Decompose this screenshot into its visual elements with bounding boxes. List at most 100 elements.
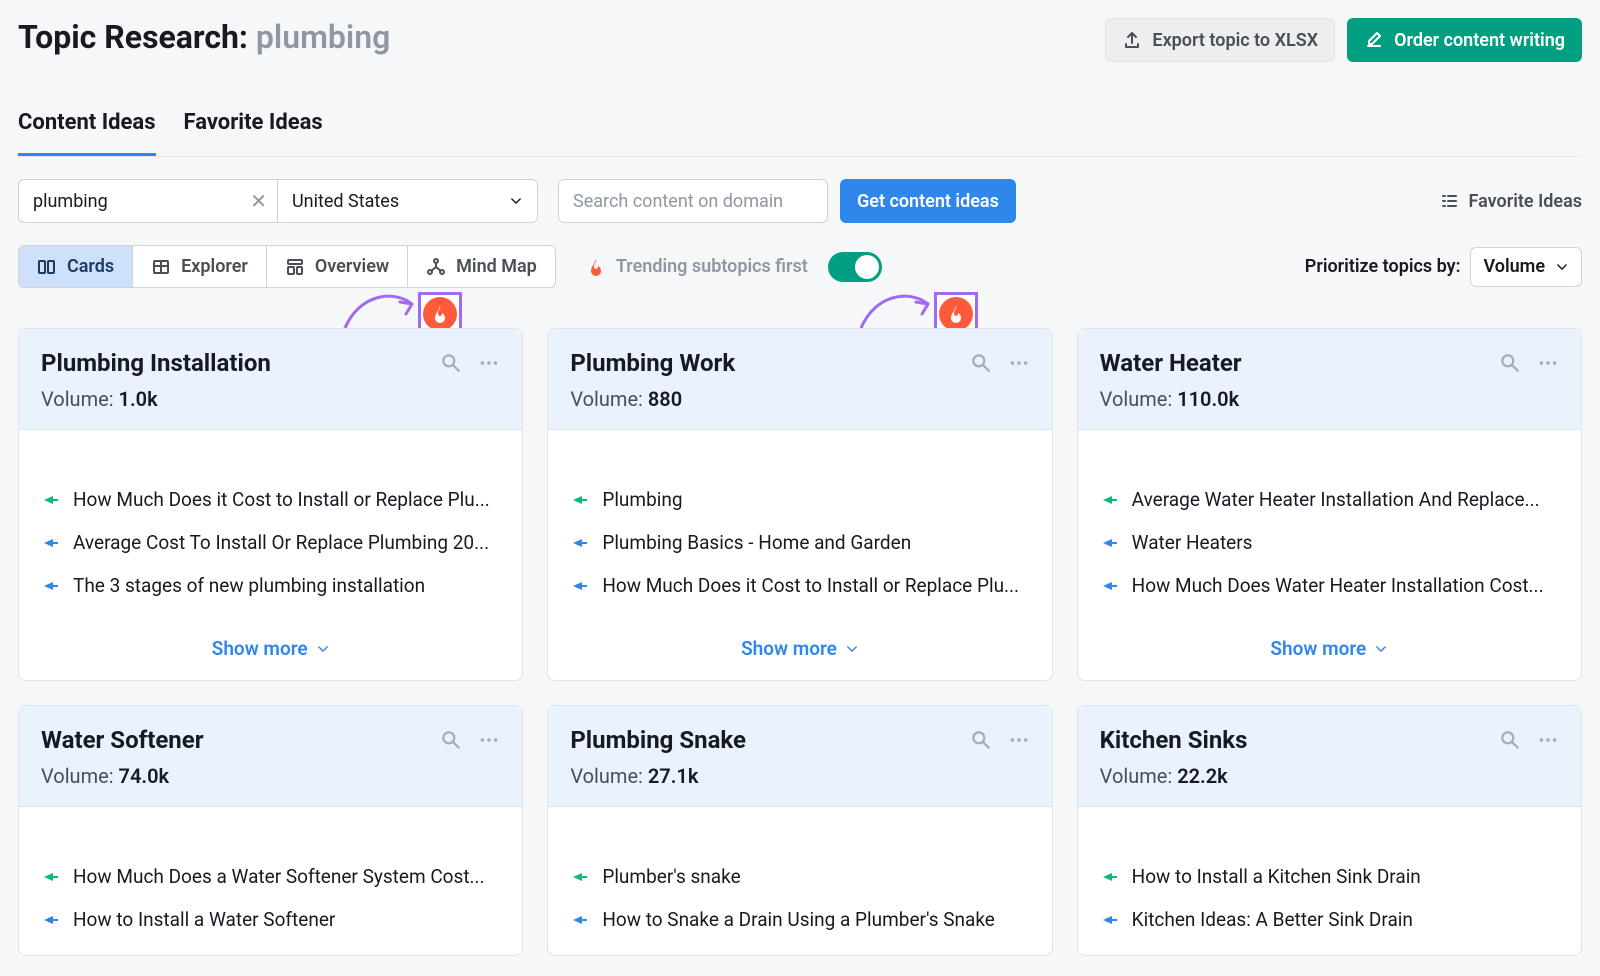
content-idea-line[interactable]: How Much Does it Cost to Install or Repl…	[570, 564, 1029, 607]
content-idea-text: Average Cost To Install Or Replace Plumb…	[73, 531, 489, 554]
show-more-button[interactable]: Show more	[19, 621, 522, 680]
edit-icon	[1364, 30, 1384, 50]
bullhorn-icon	[1100, 912, 1120, 928]
search-icon[interactable]	[970, 352, 992, 374]
content-idea-text: The 3 stages of new plumbing installatio…	[73, 574, 425, 597]
topic-card[interactable]: Plumbing WorkVolume: 880 Plumbing Plumbing…	[547, 328, 1052, 681]
prioritize-label-text: Prioritize topics by:	[1305, 256, 1461, 277]
card-volume: Volume: 22.2k	[1100, 764, 1559, 788]
prioritize-label: Prioritize topics by: Volume	[1305, 247, 1582, 287]
content-idea-text: How Much Does it Cost to Install or Repl…	[73, 488, 490, 511]
card-header: Kitchen SinksVolume: 22.2k	[1078, 706, 1581, 807]
cards-grid: Plumbing Installation Volume: 1.0k How Muc…	[18, 328, 1582, 956]
country-select[interactable]: United States	[278, 179, 538, 223]
more-icon[interactable]	[1537, 352, 1559, 374]
content-idea-text: How to Install a Kitchen Sink Drain	[1132, 865, 1421, 888]
content-idea-line[interactable]: Plumber's snake	[570, 855, 1029, 898]
content-idea-line[interactable]: How to Install a Kitchen Sink Drain	[1100, 855, 1559, 898]
content-idea-line[interactable]: Water Heaters	[1100, 521, 1559, 564]
bullhorn-icon	[41, 492, 61, 508]
clear-keyword-icon[interactable]: ✕	[250, 189, 267, 213]
search-icon[interactable]	[1499, 729, 1521, 751]
topic-card[interactable]: Plumbing Installation Volume: 1.0k How Muc…	[18, 328, 523, 681]
order-content-label: Order content writing	[1394, 30, 1565, 51]
content-idea-line[interactable]: Kitchen Ideas: A Better Sink Drain	[1100, 898, 1559, 941]
chevron-down-icon	[1555, 260, 1569, 274]
content-idea-line[interactable]: How Much Does it Cost to Install or Repl…	[41, 478, 500, 521]
favorite-ideas-link-label: Favorite Ideas	[1469, 191, 1582, 212]
keyword-input[interactable]: plumbing ✕	[18, 179, 278, 223]
card-body: How Much Does it Cost to Install or Repl…	[19, 430, 522, 621]
content-idea-line[interactable]: How Much Does Water Heater Installation …	[1100, 564, 1559, 607]
bullhorn-icon	[1100, 492, 1120, 508]
card-volume: Volume: 880	[570, 387, 1029, 411]
content-idea-line[interactable]: How Much Does a Water Softener System Co…	[41, 855, 500, 898]
topic-card[interactable]: Water SoftenerVolume: 74.0k How Much Does…	[18, 705, 523, 956]
topic-card[interactable]: Plumbing SnakeVolume: 27.1kPlumber's sna…	[547, 705, 1052, 956]
bullhorn-icon	[41, 912, 61, 928]
content-idea-line[interactable]: Average Water Heater Installation And Re…	[1100, 478, 1559, 521]
content-idea-line[interactable]: Plumbing Basics - Home and Garden	[570, 521, 1029, 564]
tab-content-ideas[interactable]: Content Ideas	[18, 98, 156, 156]
bullhorn-icon	[570, 492, 590, 508]
trending-toggle[interactable]	[828, 252, 882, 282]
content-idea-line[interactable]: Plumbing	[570, 478, 1029, 521]
more-icon[interactable]	[478, 352, 500, 374]
content-idea-text: Plumbing	[602, 488, 682, 511]
search-icon[interactable]	[970, 729, 992, 751]
content-idea-line[interactable]: How to Snake a Drain Using a Plumber's S…	[570, 898, 1029, 941]
more-icon[interactable]	[1537, 729, 1559, 751]
search-icon[interactable]	[440, 352, 462, 374]
view-overview-label: Overview	[315, 256, 389, 277]
view-mindmap[interactable]: Mind Map	[408, 246, 555, 287]
card-header: Plumbing Installation Volume: 1.0k	[19, 329, 522, 430]
bullhorn-icon	[41, 535, 61, 551]
content-idea-text: How to Snake a Drain Using a Plumber's S…	[602, 908, 995, 931]
overview-icon	[285, 257, 305, 277]
view-cards[interactable]: Cards	[19, 246, 133, 287]
more-icon[interactable]	[1008, 729, 1030, 751]
domain-search-placeholder: Search content on domain	[573, 191, 783, 212]
card-header: Water SoftenerVolume: 74.0k	[19, 706, 522, 807]
tab-favorite-ideas[interactable]: Favorite Ideas	[184, 98, 323, 156]
domain-search-input[interactable]: Search content on domain	[558, 179, 828, 223]
search-icon[interactable]	[440, 729, 462, 751]
bullhorn-icon	[1100, 535, 1120, 551]
show-more-button[interactable]: Show more	[548, 621, 1051, 680]
card-title: Plumbing Installation	[41, 349, 271, 377]
content-idea-text: How Much Does it Cost to Install or Repl…	[602, 574, 1019, 597]
export-button[interactable]: Export topic to XLSX	[1105, 18, 1335, 62]
keyword-input-value: plumbing	[33, 191, 108, 212]
card-volume: Volume: 1.0k	[41, 387, 500, 411]
search-icon[interactable]	[1499, 352, 1521, 374]
get-content-ideas-button[interactable]: Get content ideas	[840, 179, 1016, 223]
content-idea-line[interactable]: The 3 stages of new plumbing installatio…	[41, 564, 500, 607]
card-title: Water Heater	[1100, 349, 1242, 377]
topic-card[interactable]: Kitchen SinksVolume: 22.2k How to Install…	[1077, 705, 1582, 956]
content-idea-text: Water Heaters	[1132, 531, 1253, 554]
bullhorn-icon	[570, 578, 590, 594]
prioritize-select-value: Volume	[1483, 256, 1545, 277]
view-overview[interactable]: Overview	[267, 246, 408, 287]
content-idea-line[interactable]: How to Install a Water Softener	[41, 898, 500, 941]
view-cards-label: Cards	[67, 256, 114, 277]
card-body: Average Water Heater Installation And Re…	[1078, 430, 1581, 621]
topic-card[interactable]: Water HeaterVolume: 110.0k Average Water …	[1077, 328, 1582, 681]
bullhorn-icon	[41, 578, 61, 594]
card-header: Plumbing WorkVolume: 880	[548, 329, 1051, 430]
main-tabs: Content Ideas Favorite Ideas	[18, 98, 1582, 157]
favorite-ideas-link[interactable]: Favorite Ideas	[1439, 191, 1582, 212]
card-header: Water HeaterVolume: 110.0k	[1078, 329, 1581, 430]
bullhorn-icon	[570, 912, 590, 928]
card-volume: Volume: 27.1k	[570, 764, 1029, 788]
more-icon[interactable]	[1008, 352, 1030, 374]
view-explorer[interactable]: Explorer	[133, 246, 267, 287]
prioritize-select[interactable]: Volume	[1470, 247, 1582, 287]
order-content-button[interactable]: Order content writing	[1347, 18, 1582, 62]
content-idea-line[interactable]: Average Cost To Install Or Replace Plumb…	[41, 521, 500, 564]
trending-first-text: Trending subtopics first	[616, 256, 808, 277]
trending-first-label: Trending subtopics first	[586, 256, 808, 277]
view-mindmap-label: Mind Map	[456, 256, 537, 277]
show-more-button[interactable]: Show more	[1078, 621, 1581, 680]
more-icon[interactable]	[478, 729, 500, 751]
